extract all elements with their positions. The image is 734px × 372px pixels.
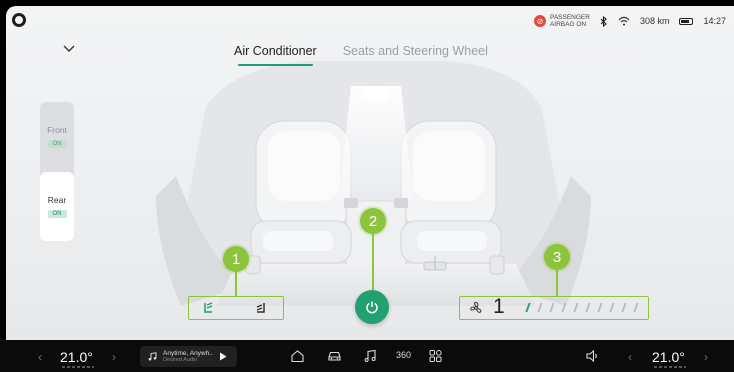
callout-3-connector — [556, 268, 558, 296]
tab-bar: Air Conditioner Seats and Steering Wheel — [234, 44, 488, 66]
zone-front-status-badge: ON — [47, 140, 67, 148]
music-app-icon[interactable] — [363, 349, 378, 363]
left-temp-value: 21.0° — [60, 349, 93, 365]
zone-rear[interactable]: Rear ON — [40, 172, 74, 241]
zone-front[interactable]: Front ON — [40, 102, 74, 171]
music-note-icon — [148, 352, 157, 361]
tab-seats-steering-wheel[interactable]: Seats and Steering Wheel — [343, 44, 488, 58]
zone-front-label: Front — [47, 125, 67, 135]
music-title: Anytime, Anywh.. — [163, 349, 213, 357]
fan-speed-group — [459, 296, 649, 320]
wifi-icon — [618, 16, 630, 26]
camera-360-button[interactable]: 360 — [396, 350, 411, 360]
chevron-down-icon[interactable] — [62, 44, 76, 54]
power-button[interactable] — [355, 290, 389, 324]
app-frame: ⊘ PASSENGER AIRBAG ON 308 km 14:27 Air C… — [0, 0, 734, 372]
airbag-status-line1: PASSENGER — [549, 14, 590, 21]
callout-3-badge: 3 — [544, 244, 570, 270]
main-screen: ⊘ PASSENGER AIRBAG ON 308 km 14:27 Air C… — [6, 6, 734, 340]
clock: 14:27 — [703, 16, 726, 26]
play-icon[interactable] — [219, 352, 227, 361]
left-temp-decrease-icon[interactable]: ‹ — [38, 350, 42, 364]
callout-2-connector — [372, 232, 374, 290]
vent-feet-airflow-icon[interactable] — [254, 301, 268, 315]
power-icon — [366, 301, 378, 314]
status-bar: ⊘ PASSENGER AIRBAG ON 308 km 14:27 — [533, 12, 726, 30]
airbag-status: ⊘ PASSENGER AIRBAG ON — [533, 14, 590, 28]
brand-logo-icon — [12, 13, 26, 27]
zone-rear-status-badge: ON — [47, 210, 67, 218]
right-temp-value: 21.0° — [652, 349, 685, 365]
airbag-status-line2: AIRBAG ON — [549, 21, 587, 28]
left-temp-increase-icon[interactable]: › — [112, 350, 116, 364]
vent-face-airflow-icon[interactable] — [201, 301, 215, 315]
right-temp-scale — [654, 366, 686, 368]
home-icon[interactable] — [290, 349, 305, 363]
callout-2-badge: 2 — [360, 208, 386, 234]
left-temp-scale — [62, 366, 94, 368]
right-temp-decrease-icon[interactable]: ‹ — [628, 350, 632, 364]
airbag-off-icon: ⊘ — [533, 15, 546, 27]
volume-icon[interactable] — [585, 349, 600, 363]
zone-selector: Front ON Rear ON — [40, 102, 74, 241]
car-icon[interactable] — [327, 349, 342, 363]
right-temp[interactable]: 21.0° — [652, 349, 686, 368]
bluetooth-icon — [600, 15, 607, 27]
fan-speed-value: 1 — [493, 295, 505, 318]
tab-air-conditioner[interactable]: Air Conditioner — [234, 44, 317, 66]
zone-rear-label: Rear — [47, 195, 67, 205]
battery-icon — [679, 17, 694, 25]
fan-icon — [470, 301, 482, 313]
right-temp-increase-icon[interactable]: › — [704, 350, 708, 364]
range-readout: 308 km — [639, 16, 670, 26]
music-source: Desired Audio — [163, 356, 198, 363]
callout-1-badge: 1 — [223, 246, 249, 272]
callout-1-connector — [235, 270, 237, 297]
bottom-dock: ‹ 21.0° › Anytime, Anywh.. Desired Audio — [0, 340, 734, 372]
music-widget[interactable]: Anytime, Anywh.. Desired Audio — [140, 346, 237, 367]
left-temp[interactable]: 21.0° — [60, 349, 94, 368]
apps-grid-icon[interactable] — [428, 349, 443, 363]
